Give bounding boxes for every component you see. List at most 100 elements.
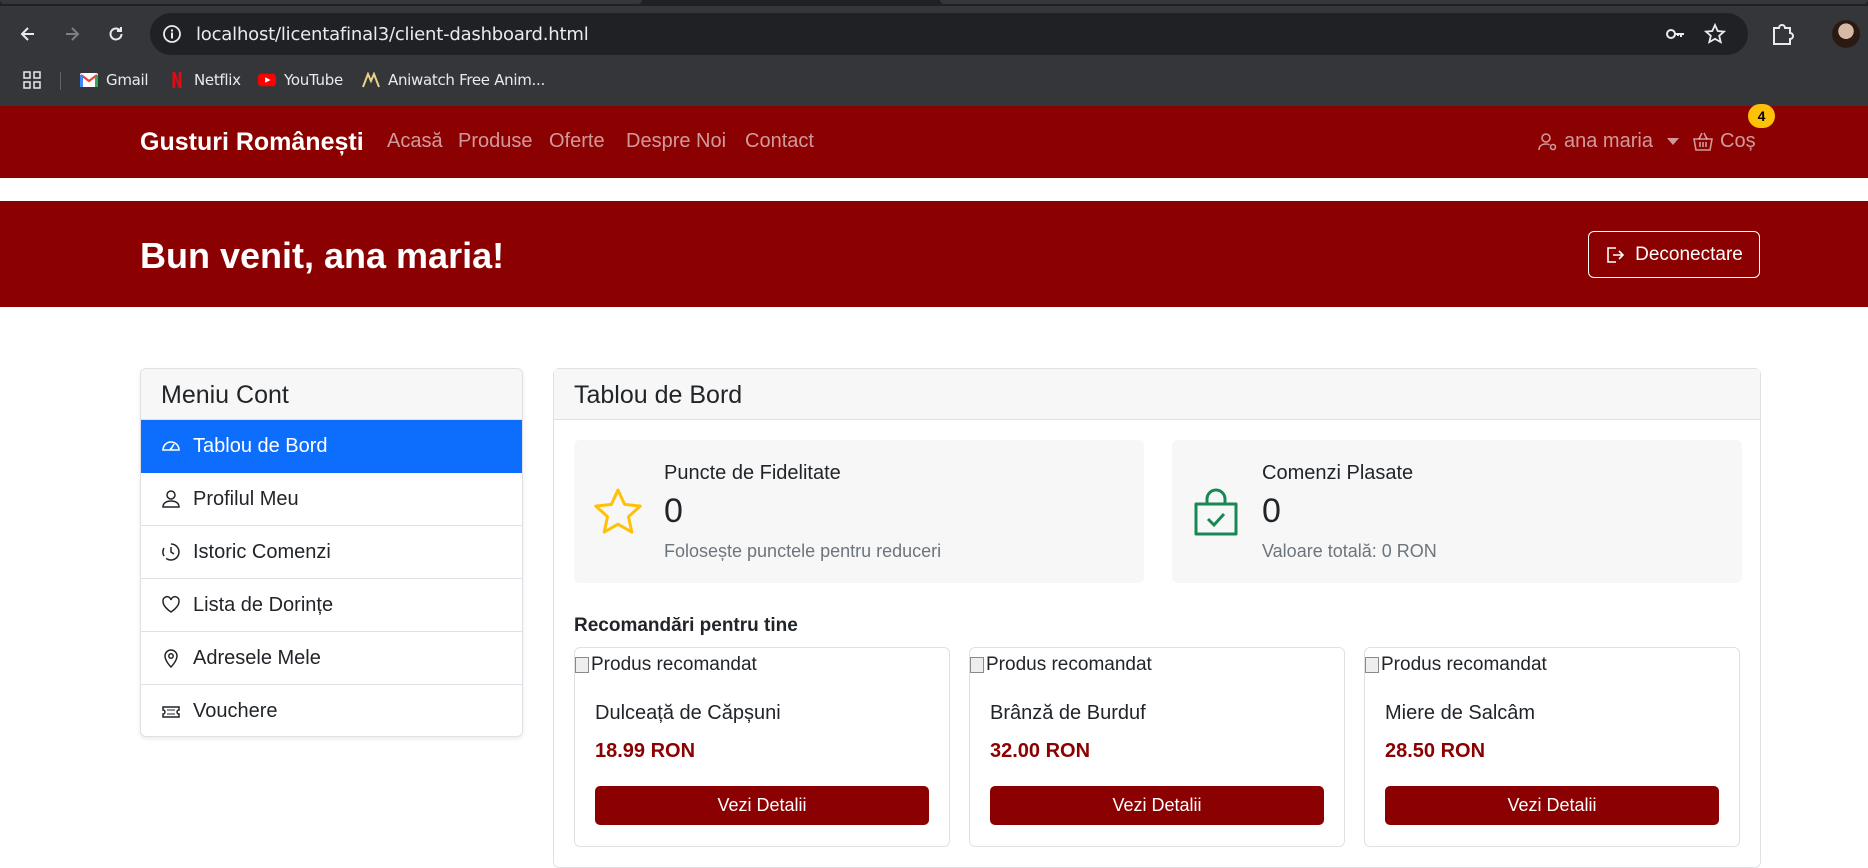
- person-icon: [162, 490, 180, 508]
- product-card: Produs recomandat Dulceață de Căpșuni 18…: [574, 647, 950, 847]
- stat-subtext: Valoare totală: 0 RON: [1262, 541, 1437, 561]
- user-name: ana maria: [1564, 130, 1653, 152]
- account-menu: Meniu Cont Tablou de Bord Profilul Meu I…: [140, 368, 523, 737]
- nav-link-contact[interactable]: Contact: [745, 130, 814, 153]
- bag-check-icon: [1194, 488, 1238, 536]
- bookmark-label: Gmail: [106, 71, 149, 89]
- orders-placed-card: Comenzi Plasate 0 Valoare totală: 0 RON: [1172, 440, 1742, 583]
- logout-label: Deconectare: [1635, 243, 1743, 265]
- recommendations-title: Recomandări pentru tine: [574, 615, 798, 636]
- star-icon: [594, 488, 642, 534]
- product-image-alt: Produs recomandat: [591, 654, 757, 675]
- product-card: Produs recomandat Brânză de Burduf 32.00…: [969, 647, 1345, 847]
- product-image: Produs recomandat: [970, 654, 1152, 676]
- person-gear-icon: [1538, 132, 1557, 150]
- broken-image-icon: [1365, 657, 1379, 673]
- stat-label: Puncte de Fidelitate: [664, 462, 841, 484]
- sidebar-item-vouchers[interactable]: Vouchere: [141, 685, 522, 736]
- dashboard-title: Tablou de Bord: [554, 369, 1760, 420]
- logout-icon: [1607, 246, 1625, 263]
- puzzle-icon: [1773, 24, 1794, 45]
- location-pin-icon: [164, 649, 178, 668]
- reload-button[interactable]: [100, 18, 132, 50]
- product-price: 32.00 RON: [990, 740, 1091, 762]
- account-menu-title: Meniu Cont: [141, 369, 522, 420]
- stat-label: Comenzi Plasate: [1262, 462, 1414, 484]
- product-name: Miere de Salcâm: [1385, 702, 1536, 724]
- product-card: Produs recomandat Miere de Salcâm 28.50 …: [1364, 647, 1740, 847]
- product-name: Brânză de Burduf: [990, 702, 1146, 724]
- profile-avatar[interactable]: [1832, 20, 1860, 48]
- cart-count-badge: 4: [1748, 104, 1775, 128]
- bookmark-label: YouTube: [284, 71, 343, 89]
- welcome-banner: Bun venit, ana maria! Deconectare: [0, 201, 1868, 307]
- product-image: Produs recomandat: [575, 654, 757, 676]
- broken-image-icon: [575, 657, 589, 673]
- back-button[interactable]: [12, 18, 44, 50]
- apps-grid-icon[interactable]: [22, 70, 42, 90]
- stat-value: 0: [1262, 492, 1281, 530]
- forward-button[interactable]: [56, 18, 88, 50]
- sidebar-item-dashboard[interactable]: Tablou de Bord: [141, 420, 522, 473]
- tab[interactable]: [940, 0, 1868, 4]
- brand-logo[interactable]: Gusturi Românești: [140, 128, 364, 157]
- loyalty-points-card: Puncte de Fidelitate 0 Folosește punctel…: [574, 440, 1144, 583]
- bookmark-netflix[interactable]: Netflix: [168, 69, 241, 91]
- arrow-left-icon: [20, 27, 34, 41]
- view-details-button[interactable]: Vezi Detalii: [990, 786, 1324, 825]
- aniwatch-icon: [362, 72, 380, 88]
- broken-image-icon: [970, 657, 984, 673]
- tab-strip: [0, 0, 1868, 6]
- view-details-button[interactable]: Vezi Detalii: [595, 786, 929, 825]
- ticket-icon: [162, 705, 180, 718]
- view-details-button[interactable]: Vezi Detalii: [1385, 786, 1719, 825]
- reload-icon: [109, 27, 123, 41]
- tab[interactable]: [0, 0, 642, 4]
- bookmark-star-icon[interactable]: [1704, 23, 1726, 45]
- cart-label: Coș: [1720, 130, 1756, 152]
- nav-link-produse[interactable]: Produse: [458, 130, 533, 153]
- site-info-icon[interactable]: [162, 24, 182, 44]
- bookmark-aniwatch[interactable]: Aniwatch Free Anim...: [362, 69, 545, 91]
- nav-link-despre-noi[interactable]: Despre Noi: [626, 130, 726, 153]
- sidebar-item-label: Profilul Meu: [193, 487, 299, 510]
- sidebar-item-order-history[interactable]: Istoric Comenzi: [141, 526, 522, 579]
- bookmark-youtube[interactable]: YouTube: [258, 69, 343, 91]
- sidebar-item-profile[interactable]: Profilul Meu: [141, 473, 522, 526]
- bookmarks-divider: [60, 72, 61, 90]
- youtube-icon: [258, 73, 276, 87]
- sidebar-item-label: Adresele Mele: [193, 646, 321, 669]
- nav-link-acasa[interactable]: Acasă: [387, 130, 443, 153]
- product-image-alt: Produs recomandat: [986, 654, 1152, 675]
- cart-link[interactable]: Coș: [1692, 130, 1756, 153]
- welcome-title: Bun venit, ana maria!: [140, 235, 505, 276]
- extensions-button[interactable]: [1766, 18, 1798, 50]
- address-bar[interactable]: localhost/licentafinal3/client-dashboard…: [150, 13, 1748, 55]
- sidebar-item-label: Istoric Comenzi: [193, 540, 331, 563]
- product-price: 18.99 RON: [595, 740, 696, 762]
- product-price: 28.50 RON: [1385, 740, 1486, 762]
- chevron-down-icon: [1666, 138, 1679, 145]
- netflix-icon: [172, 72, 182, 88]
- sidebar-item-label: Tablou de Bord: [193, 434, 328, 457]
- sidebar-item-label: Vouchere: [193, 700, 278, 722]
- bookmark-label: Aniwatch Free Anim...: [388, 71, 545, 89]
- heart-icon: [162, 596, 180, 613]
- dashboard-gauge-icon: [162, 441, 180, 451]
- logout-button[interactable]: Deconectare: [1588, 231, 1760, 278]
- key-icon[interactable]: [1664, 23, 1686, 45]
- user-dropdown[interactable]: ana maria: [1538, 130, 1679, 153]
- gmail-icon: [80, 73, 98, 87]
- bookmark-gmail[interactable]: Gmail: [80, 69, 149, 91]
- bookmark-label: Netflix: [194, 71, 241, 89]
- site-navbar: Gusturi Românești Acasă Produse Oferte D…: [0, 106, 1868, 178]
- product-image: Produs recomandat: [1365, 654, 1547, 676]
- dashboard-card: Tablou de Bord Puncte de Fidelitate 0 Fo…: [553, 368, 1761, 868]
- sidebar-item-addresses[interactable]: Adresele Mele: [141, 632, 522, 685]
- url-text[interactable]: localhost/licentafinal3/client-dashboard…: [196, 24, 589, 45]
- sidebar-item-label: Lista de Dorințe: [193, 593, 334, 616]
- basket-icon: [1693, 132, 1713, 151]
- sidebar-item-wishlist[interactable]: Lista de Dorințe: [141, 579, 522, 632]
- product-name: Dulceață de Căpșuni: [595, 702, 781, 724]
- nav-link-oferte[interactable]: Oferte: [549, 130, 605, 153]
